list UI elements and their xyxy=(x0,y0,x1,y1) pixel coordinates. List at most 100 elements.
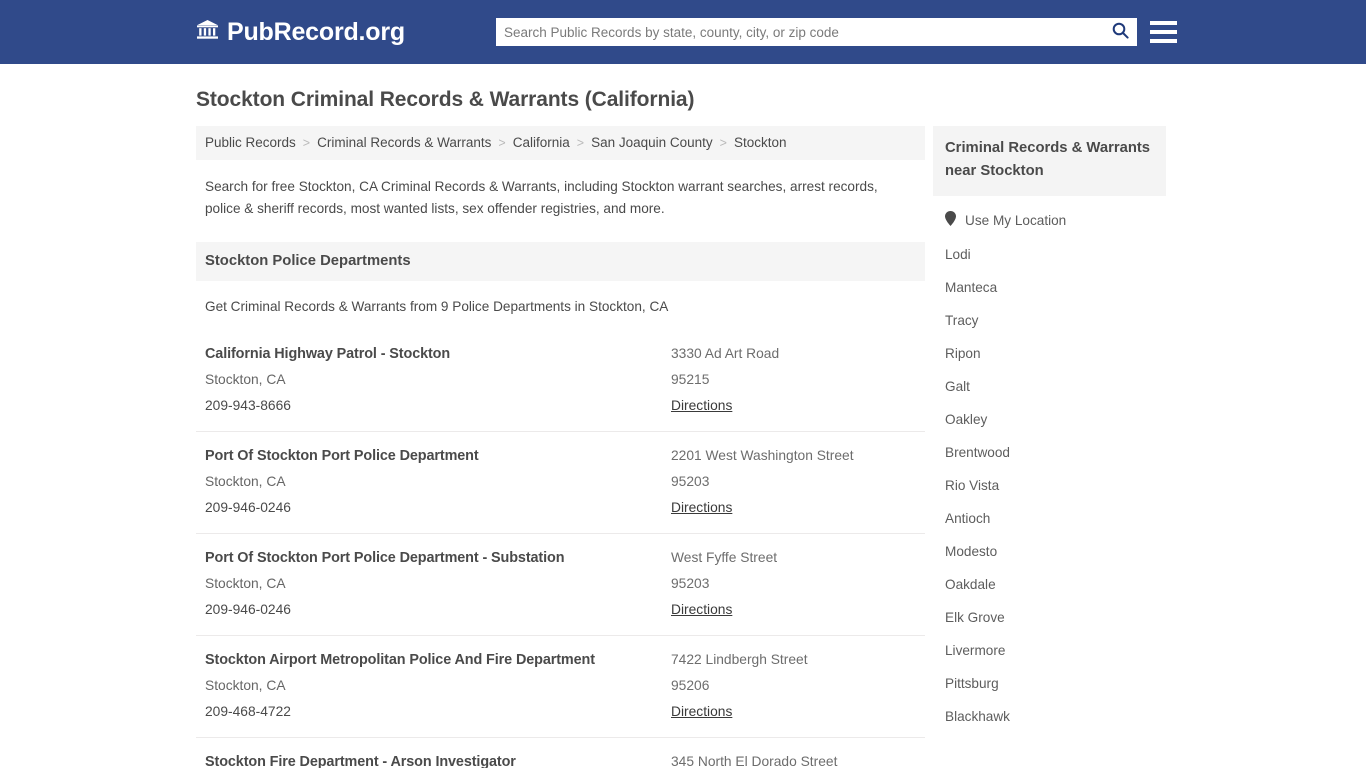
sidebar-item-label: Galt xyxy=(945,379,970,394)
breadcrumb: Public Records > Criminal Records & Warr… xyxy=(196,126,925,160)
sidebar-item-label: Oakley xyxy=(945,412,988,427)
listing-right-column: 2201 West Washington Street 95203 Direct… xyxy=(671,443,916,521)
listing-zip: 95203 xyxy=(671,576,710,591)
breadcrumb-separator-icon: > xyxy=(719,135,727,150)
map-pin-icon xyxy=(945,211,956,229)
listing-right-column: 345 North El Dorado Street 95202 Directi… xyxy=(671,749,916,768)
listing-right-column: 7422 Lindbergh Street 95206 Directions xyxy=(671,647,916,725)
listing-phone: 209-468-4722 xyxy=(205,704,291,719)
sidebar-item-galt[interactable]: Galt xyxy=(933,370,1166,403)
menu-bar-1 xyxy=(1150,21,1177,25)
sidebar-item-manteca[interactable]: Manteca xyxy=(933,271,1166,304)
bank-institution-icon xyxy=(196,19,219,45)
sidebar-item-blackhawk[interactable]: Blackhawk xyxy=(933,700,1166,733)
listings-container: California Highway Patrol - Stockton Sto… xyxy=(196,330,925,768)
listing-name[interactable]: Port Of Stockton Port Police Department … xyxy=(205,545,671,571)
site-header: PubRecord.org xyxy=(0,0,1366,64)
listing-left-column: Stockton Fire Department - Arson Investi… xyxy=(205,749,671,768)
sidebar-item-rio-vista[interactable]: Rio Vista xyxy=(933,469,1166,502)
listing-right-column: 3330 Ad Art Road 95215 Directions xyxy=(671,341,916,419)
sidebar-item-lodi[interactable]: Lodi xyxy=(933,238,1166,271)
search-icon xyxy=(1112,22,1129,42)
listing-left-column: California Highway Patrol - Stockton Sto… xyxy=(205,341,671,419)
table-row: Stockton Airport Metropolitan Police And… xyxy=(196,635,925,737)
menu-bar-3 xyxy=(1150,39,1177,43)
sidebar-item-label: Pittsburg xyxy=(945,676,999,691)
sidebar-item-label: Tracy xyxy=(945,313,979,328)
search-input[interactable] xyxy=(496,19,1103,45)
sidebar-nearby-panel: Criminal Records & Warrants near Stockto… xyxy=(933,126,1166,733)
listing-left-column: Stockton Airport Metropolitan Police And… xyxy=(205,647,671,725)
sidebar-item-ripon[interactable]: Ripon xyxy=(933,337,1166,370)
sidebar-item-label: Modesto xyxy=(945,544,998,559)
directions-link[interactable]: Directions xyxy=(671,597,732,623)
breadcrumb-item-public-records[interactable]: Public Records xyxy=(205,135,296,150)
breadcrumb-separator-icon: > xyxy=(302,135,311,150)
directions-link[interactable]: Directions xyxy=(671,699,732,725)
breadcrumb-item-san-joaquin-county[interactable]: San Joaquin County xyxy=(591,135,713,150)
listing-address: West Fyffe Street xyxy=(671,550,778,565)
sidebar-item-use-my-location[interactable]: Use My Location xyxy=(933,202,1166,238)
sidebar-item-label: Brentwood xyxy=(945,445,1010,460)
sidebar-item-label: Antioch xyxy=(945,511,991,526)
section-subtitle: Get Criminal Records & Warrants from 9 P… xyxy=(205,299,669,314)
brand-title: PubRecord.org xyxy=(227,17,405,46)
sidebar-item-livermore[interactable]: Livermore xyxy=(933,634,1166,667)
sidebar-item-label: Use My Location xyxy=(965,212,1067,228)
sidebar-item-brentwood[interactable]: Brentwood xyxy=(933,436,1166,469)
listing-name[interactable]: Stockton Fire Department - Arson Investi… xyxy=(205,749,671,768)
listing-zip: 95206 xyxy=(671,678,710,693)
listing-phone: 209-943-8666 xyxy=(205,398,291,413)
sidebar-item-antioch[interactable]: Antioch xyxy=(933,502,1166,535)
listing-left-column: Port Of Stockton Port Police Department … xyxy=(205,545,671,623)
listing-name[interactable]: Stockton Airport Metropolitan Police And… xyxy=(205,647,671,673)
listing-name[interactable]: California Highway Patrol - Stockton xyxy=(205,341,671,367)
listing-city: Stockton, CA xyxy=(205,576,286,591)
listing-zip: 95215 xyxy=(671,372,710,387)
breadcrumb-item-california[interactable]: California xyxy=(513,135,570,150)
sidebar-item-tracy[interactable]: Tracy xyxy=(933,304,1166,337)
sidebar-item-label: Livermore xyxy=(945,643,1006,658)
sidebar-item-oakley[interactable]: Oakley xyxy=(933,403,1166,436)
search-button[interactable] xyxy=(1103,19,1137,45)
menu-bar-2 xyxy=(1150,30,1177,34)
breadcrumb-item-criminal-records[interactable]: Criminal Records & Warrants xyxy=(317,135,491,150)
sidebar-item-label: Elk Grove xyxy=(945,610,1005,625)
listing-phone: 209-946-0246 xyxy=(205,500,291,515)
breadcrumb-separator-icon: > xyxy=(576,135,585,150)
sidebar-item-elk-grove[interactable]: Elk Grove xyxy=(933,601,1166,634)
sidebar-item-label: Ripon xyxy=(945,346,981,361)
breadcrumb-item-stockton[interactable]: Stockton xyxy=(734,135,787,150)
brand-logo-link[interactable]: PubRecord.org xyxy=(196,19,405,45)
listing-city: Stockton, CA xyxy=(205,372,286,387)
section-header-police-departments: Stockton Police Departments xyxy=(196,242,925,281)
listing-address: 345 North El Dorado Street xyxy=(671,754,838,768)
listing-name[interactable]: Port Of Stockton Port Police Department xyxy=(205,443,671,469)
listing-zip: 95203 xyxy=(671,474,710,489)
listing-address: 3330 Ad Art Road xyxy=(671,346,780,361)
table-row: Stockton Fire Department - Arson Investi… xyxy=(196,737,925,768)
sidebar-item-modesto[interactable]: Modesto xyxy=(933,535,1166,568)
sidebar-city-list: Use My Location Lodi Manteca Tracy Ripon… xyxy=(933,196,1166,733)
intro-description: Search for free Stockton, CA Criminal Re… xyxy=(205,179,878,216)
hamburger-menu-icon[interactable] xyxy=(1150,18,1177,46)
sidebar-item-label: Rio Vista xyxy=(945,478,1000,493)
listing-address: 2201 West Washington Street xyxy=(671,448,854,463)
directions-link[interactable]: Directions xyxy=(671,495,732,521)
sidebar-title: Criminal Records & Warrants near Stockto… xyxy=(933,126,1166,196)
listing-city: Stockton, CA xyxy=(205,678,286,693)
sidebar-item-label: Manteca xyxy=(945,280,998,295)
search-bar xyxy=(496,18,1137,46)
sidebar-item-label: Blackhawk xyxy=(945,709,1010,724)
table-row: Port Of Stockton Port Police Department … xyxy=(196,533,925,635)
sidebar-item-label: Oakdale xyxy=(945,577,996,592)
listing-city: Stockton, CA xyxy=(205,474,286,489)
sidebar-item-pittsburg[interactable]: Pittsburg xyxy=(933,667,1166,700)
sidebar-item-label: Lodi xyxy=(945,247,971,262)
sidebar-item-oakdale[interactable]: Oakdale xyxy=(933,568,1166,601)
listing-right-column: West Fyffe Street 95203 Directions xyxy=(671,545,916,623)
listing-phone: 209-946-0246 xyxy=(205,602,291,617)
table-row: Port Of Stockton Port Police Department … xyxy=(196,431,925,533)
table-row: California Highway Patrol - Stockton Sto… xyxy=(196,330,925,431)
directions-link[interactable]: Directions xyxy=(671,393,732,419)
